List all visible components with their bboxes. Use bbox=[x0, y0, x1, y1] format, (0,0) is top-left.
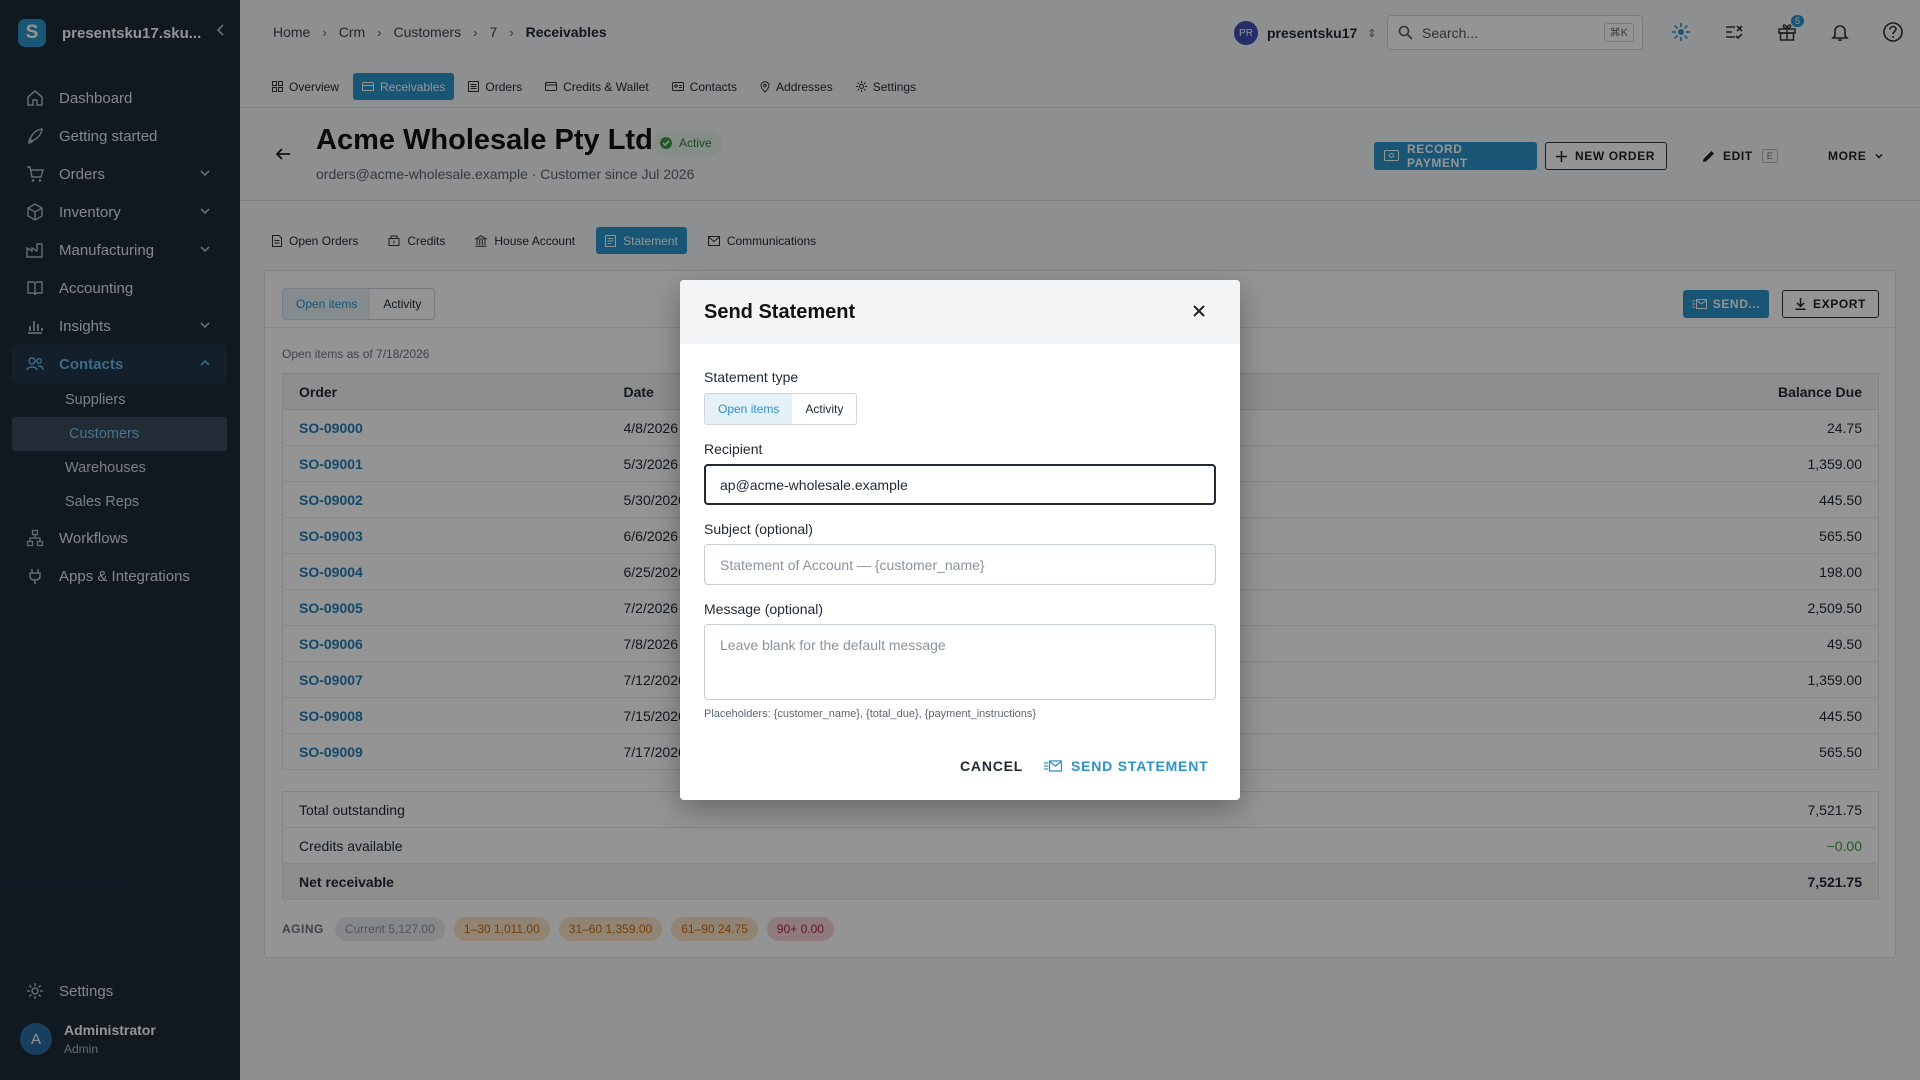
statement-type-label: Statement type bbox=[704, 369, 799, 385]
placeholders-hint: Placeholders: {customer_name}, {total_du… bbox=[704, 708, 1037, 720]
send-statement-button[interactable]: SEND STATEMENT bbox=[1044, 758, 1208, 774]
recipient-input[interactable] bbox=[704, 464, 1216, 505]
message-textarea[interactable] bbox=[704, 624, 1216, 700]
toggle-activity[interactable]: Activity bbox=[792, 394, 856, 424]
dialog-title: Send Statement bbox=[680, 280, 1240, 344]
close-icon[interactable] bbox=[1192, 304, 1206, 318]
subject-input[interactable] bbox=[704, 544, 1216, 585]
message-label: Message (optional) bbox=[704, 601, 824, 617]
cancel-button[interactable]: CANCEL bbox=[960, 758, 1023, 774]
recipient-label: Recipient bbox=[704, 441, 763, 457]
subject-label: Subject (optional) bbox=[704, 521, 813, 537]
button-label: SEND STATEMENT bbox=[1071, 758, 1209, 774]
send-statement-dialog: Send Statement Statement type Open items… bbox=[680, 280, 1240, 800]
toggle-open-items[interactable]: Open items bbox=[705, 394, 793, 424]
statement-type-toggle: Open items Activity bbox=[704, 393, 858, 425]
send-mail-icon bbox=[1044, 760, 1062, 772]
